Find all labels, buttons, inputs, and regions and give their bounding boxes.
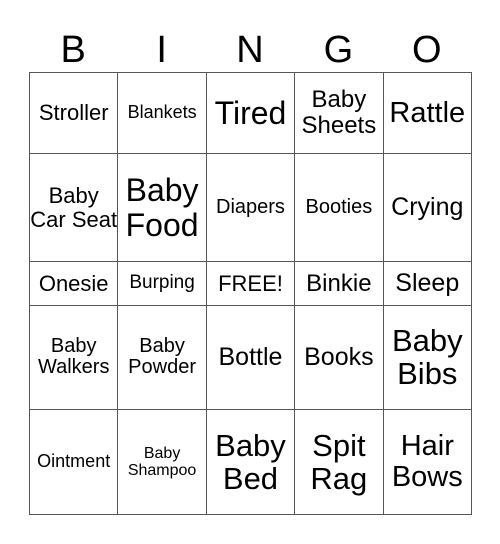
bingo-cell[interactable]: Crying [382, 153, 473, 263]
bingo-cell[interactable]: Baby Car Seat [28, 153, 119, 263]
bingo-cell[interactable]: Burping [117, 261, 207, 306]
header-letter-o: O [412, 29, 442, 71]
bingo-cell[interactable]: Binkie [294, 261, 384, 306]
bingo-cell[interactable]: Baby Bibs [382, 304, 473, 411]
bingo-cell[interactable]: Baby Walkers [28, 304, 119, 411]
bingo-cell[interactable]: Baby Bed [205, 409, 296, 515]
bingo-cell[interactable]: Onesie [28, 261, 119, 306]
free-space-cell[interactable]: FREE! [205, 261, 296, 306]
bingo-cell[interactable]: Bottle [205, 304, 296, 411]
header-letter-n: N [236, 29, 264, 71]
bingo-cell[interactable]: Stroller [28, 71, 119, 155]
bingo-cell[interactable]: Baby Food [117, 153, 207, 263]
card-row: Baby Walkers Baby Powder Bottle Books Ba… [28, 304, 473, 411]
bingo-cell[interactable]: Sleep [382, 261, 473, 306]
bingo-cell[interactable]: Rattle [382, 71, 473, 155]
bingo-cell[interactable]: Booties [294, 153, 384, 263]
bingo-card: Stroller Blankets Tired Baby Sheets Ratt… [28, 71, 473, 515]
card-row: Ointment Baby Shampoo Baby Bed Spit Rag … [28, 409, 473, 515]
card-row: Stroller Blankets Tired Baby Sheets Ratt… [28, 71, 473, 155]
bingo-cell[interactable]: Blankets [117, 71, 207, 155]
header-letter-b: B [60, 29, 86, 71]
bingo-cell[interactable]: Baby Powder [117, 304, 207, 411]
header-letter-g: G [323, 29, 354, 71]
bingo-cell[interactable]: Spit Rag [294, 409, 384, 515]
bingo-cell[interactable]: Ointment [28, 409, 119, 515]
bingo-cell[interactable]: Tired [205, 71, 296, 155]
card-row: Baby Car Seat Baby Food Diapers Booties … [28, 153, 473, 263]
bingo-header: B I N G O [29, 28, 471, 72]
bingo-cell[interactable]: Hair Bows [382, 409, 473, 515]
bingo-cell[interactable]: Diapers [205, 153, 296, 263]
bingo-cell[interactable]: Baby Sheets [294, 71, 384, 155]
header-letter-i: I [156, 29, 167, 71]
card-row: Onesie Burping FREE! Binkie Sleep [28, 261, 473, 306]
bingo-cell[interactable]: Books [294, 304, 384, 411]
bingo-cell[interactable]: Baby Shampoo [117, 409, 207, 515]
